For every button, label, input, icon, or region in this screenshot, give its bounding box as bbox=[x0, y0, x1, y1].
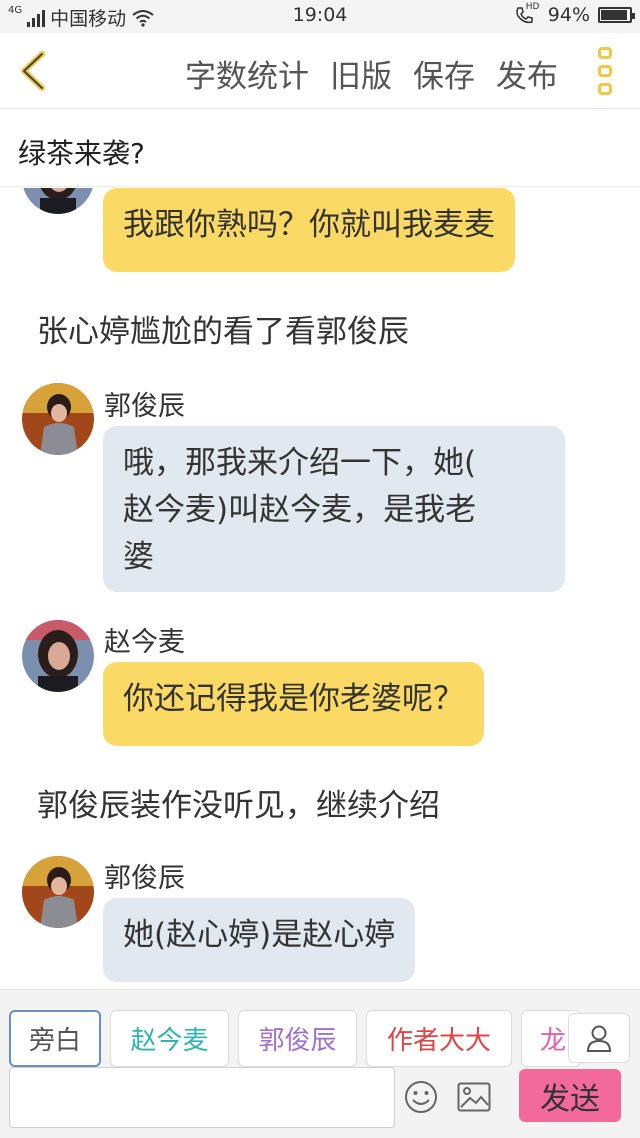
hd-label: HD bbox=[525, 2, 540, 12]
role-tab-guo-junchen[interactable]: 郭俊辰 bbox=[238, 1010, 357, 1067]
status-bar: 4G 中国移动 19:04 HD 94% bbox=[0, 0, 640, 33]
word-count-button[interactable]: 字数统计 bbox=[185, 51, 309, 96]
message-bubble[interactable]: 她(赵心婷)是赵心婷 bbox=[103, 898, 416, 982]
message-text: 她(赵心婷)是赵心婷 bbox=[123, 917, 396, 953]
user-icon bbox=[586, 1025, 612, 1052]
send-button[interactable]: 发送 bbox=[519, 1069, 621, 1122]
message-bubble[interactable]: 哦，那我来介绍一下，她( 赵今麦)叫赵今麦，是我老 婆 bbox=[103, 426, 565, 592]
avatar-zhao-jinmai[interactable] bbox=[22, 188, 94, 214]
speaker-name: 赵今麦 bbox=[104, 627, 185, 658]
role-label: 赵今麦 bbox=[130, 1026, 209, 1056]
avatar-guo-junchen[interactable] bbox=[22, 383, 94, 455]
add-role-button[interactable] bbox=[568, 1013, 630, 1063]
role-tab-author[interactable]: 作者大大 bbox=[366, 1010, 512, 1067]
battery-percent: 94% bbox=[547, 4, 590, 26]
back-chevron-icon[interactable] bbox=[14, 49, 54, 93]
message-text: 我跟你熟吗？你就叫我麦麦 bbox=[123, 207, 495, 243]
narration-line[interactable]: 郭俊辰装作没听见，继续介绍 bbox=[37, 780, 440, 825]
message-text-line: 哦，那我来介绍一下，她( bbox=[123, 445, 477, 481]
image-icon[interactable] bbox=[457, 1082, 491, 1112]
message-bubble[interactable]: 我跟你熟吗？你就叫我麦麦 bbox=[103, 188, 515, 272]
message-input[interactable] bbox=[9, 1067, 395, 1128]
chat-area[interactable]: 我跟你熟吗？你就叫我麦麦 张心婷尴尬的看了看郭俊辰 郭俊辰 哦，那我来介绍一下，… bbox=[0, 188, 640, 988]
battery-fill bbox=[601, 10, 627, 20]
chapter-title-bar[interactable]: 绿茶来袭? bbox=[0, 110, 640, 187]
role-label: 郭俊辰 bbox=[258, 1026, 337, 1056]
chapter-title: 绿茶来袭? bbox=[18, 137, 145, 170]
hd-call-icon: HD bbox=[514, 2, 540, 26]
more-menu-icon[interactable] bbox=[598, 47, 614, 95]
speaker-name: 郭俊辰 bbox=[104, 863, 185, 894]
save-button[interactable]: 保存 bbox=[413, 51, 475, 96]
message-text-line: 赵今麦)叫赵今麦，是我老 bbox=[123, 492, 477, 528]
message-text: 你还记得我是你老婆呢？ bbox=[123, 681, 464, 717]
avatar-guo-junchen[interactable] bbox=[22, 856, 94, 928]
role-label: 旁白 bbox=[28, 1026, 81, 1056]
message-bubble[interactable]: 你还记得我是你老婆呢？ bbox=[103, 662, 484, 746]
role-selector: 旁白 赵今麦 郭俊辰 作者大大 龙 bbox=[0, 990, 640, 1068]
battery-icon bbox=[598, 7, 635, 23]
editor-toolbar: 字数统计 旧版 保存 发布 bbox=[0, 33, 640, 109]
emoji-icon[interactable] bbox=[404, 1080, 438, 1114]
role-label: 龙 bbox=[540, 1026, 567, 1056]
send-label: 发送 bbox=[540, 1081, 600, 1117]
status-right: HD 94% bbox=[514, 2, 635, 26]
narration-line[interactable]: 张心婷尴尬的看了看郭俊辰 bbox=[37, 306, 409, 351]
role-tab-narrator[interactable]: 旁白 bbox=[9, 1010, 101, 1067]
old-version-button[interactable]: 旧版 bbox=[330, 51, 392, 96]
input-panel: 旁白 赵今麦 郭俊辰 作者大大 龙 发送 bbox=[0, 989, 640, 1138]
publish-button[interactable]: 发布 bbox=[496, 51, 558, 96]
toolbar-actions: 字数统计 旧版 保存 发布 bbox=[185, 51, 558, 96]
message-text-line: 婆 bbox=[123, 539, 154, 575]
avatar-zhao-jinmai[interactable] bbox=[22, 620, 94, 692]
editor-screen: 4G 中国移动 19:04 HD 94% 字数统计 旧版 保存 发布 绿茶来袭?… bbox=[0, 0, 640, 1138]
role-label: 作者大大 bbox=[386, 1026, 491, 1056]
role-tab-zhao-jinmai[interactable]: 赵今麦 bbox=[110, 1010, 229, 1067]
speaker-name: 郭俊辰 bbox=[104, 391, 185, 422]
